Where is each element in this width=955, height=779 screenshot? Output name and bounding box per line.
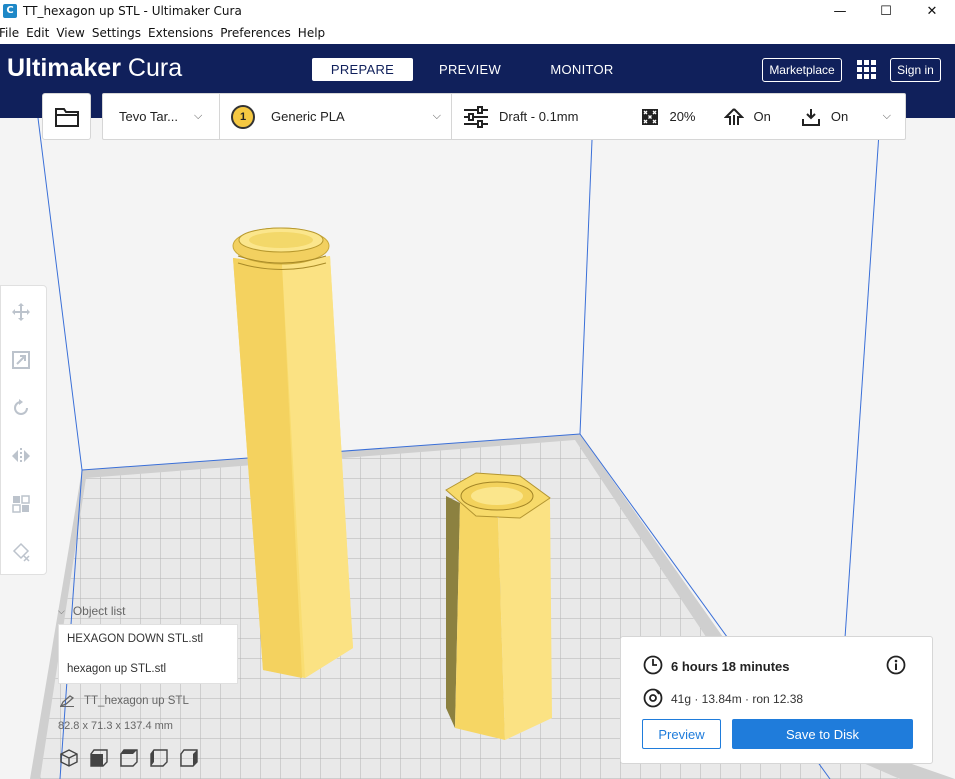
support-icon	[723, 107, 744, 125]
support-value: On	[753, 109, 771, 124]
left-view-icon[interactable]	[148, 748, 170, 768]
chevron-down-icon: ⌵	[882, 110, 891, 122]
printer-name: Tevo Tar...	[119, 109, 179, 124]
chevron-down-icon: ⌵	[194, 110, 203, 122]
print-setup-bar: Tevo Tar... ⌵ 1 Generic PLA ⌵ Draft - 0.…	[102, 93, 906, 140]
3d-view-icon[interactable]	[58, 748, 80, 768]
pencil-icon[interactable]	[60, 695, 74, 707]
chevron-down-icon: ⌵	[432, 110, 441, 122]
printer-selector[interactable]: Tevo Tar... ⌵	[119, 94, 219, 139]
spool-icon	[643, 688, 663, 708]
stage-tab-preview[interactable]: PREVIEW	[430, 58, 510, 81]
preview-button[interactable]: Preview	[642, 719, 721, 749]
model-hexagon-short[interactable]	[445, 472, 552, 740]
infill-icon	[642, 108, 659, 125]
close-button[interactable]: ✕	[909, 0, 955, 22]
print-action-panel: 6 hours 18 minutes 41g · 13.84m · ron 12…	[620, 636, 933, 764]
top-view-icon[interactable]	[118, 748, 140, 768]
marketplace-button[interactable]: Marketplace	[762, 58, 842, 82]
stage-tab-prepare[interactable]: PREPARE	[312, 58, 413, 81]
cura-logo: Ultimaker Cura	[7, 54, 182, 83]
estimated-print-time: 6 hours 18 minutes	[671, 659, 790, 674]
scale-tool-icon[interactable]	[9, 348, 33, 372]
menu-help[interactable]: Help	[295, 26, 328, 40]
adhesion-icon	[801, 108, 820, 126]
sliders-icon	[464, 105, 488, 128]
clock-icon	[643, 655, 663, 675]
extruder-badge: 1	[231, 104, 255, 129]
cura-app-icon: C	[3, 4, 17, 18]
save-to-disk-button[interactable]: Save to Disk	[732, 719, 913, 749]
menu-bar: File Edit View Settings Extensions Prefe…	[0, 22, 955, 44]
menu-settings[interactable]: Settings	[89, 26, 144, 40]
profile-name: Draft - 0.1mm	[499, 109, 579, 124]
material-estimate: 41g · 13.84m · ron 12.38	[671, 692, 804, 706]
menu-preferences[interactable]: Preferences	[217, 26, 294, 40]
chevron-down-icon: ⌵	[58, 605, 65, 616]
material-selector[interactable]: 1 Generic PLA ⌵	[231, 94, 441, 139]
menu-edit[interactable]: Edit	[23, 26, 52, 40]
sign-in-button[interactable]: Sign in	[890, 58, 941, 82]
right-view-icon[interactable]	[178, 748, 200, 768]
per-model-settings-icon[interactable]	[9, 492, 33, 516]
adhesion-value: On	[830, 109, 849, 124]
window-title: TT_hexagon up STL - Ultimaker Cura	[23, 4, 242, 18]
open-file-button[interactable]	[42, 93, 91, 140]
infill-value: 20%	[669, 109, 696, 124]
move-tool-icon[interactable]	[9, 300, 33, 324]
object-name-text: TT_hexagon up STL	[84, 695, 189, 707]
info-icon[interactable]	[886, 655, 906, 675]
stage-tab-monitor[interactable]: MONITOR	[540, 58, 624, 81]
object-dimensions: 82.8 x 71.3 x 137.4 mm	[58, 720, 173, 732]
object-list-toggle[interactable]: ⌵ Object list	[58, 604, 126, 618]
object-list-label: Object list	[72, 604, 126, 618]
folder-icon	[54, 107, 79, 127]
list-item[interactable]: HEXAGON DOWN STL.stl	[67, 633, 203, 645]
camera-view-buttons	[58, 748, 200, 768]
window-titlebar: C TT_hexagon up STL - Ultimaker Cura — ☐…	[0, 0, 955, 22]
logo-brand: Ultimaker	[7, 54, 121, 82]
menu-view[interactable]: View	[53, 26, 87, 40]
selected-object-name: TT_hexagon up STL	[60, 695, 189, 707]
tool-bar	[0, 285, 47, 575]
front-view-icon[interactable]	[88, 748, 110, 768]
list-item[interactable]: hexagon up STL.stl	[67, 663, 166, 675]
menu-file[interactable]: File	[0, 26, 22, 40]
support-blocker-icon[interactable]	[9, 540, 33, 564]
minimize-button[interactable]: —	[817, 0, 863, 22]
mirror-tool-icon[interactable]	[9, 444, 33, 468]
material-name: Generic PLA	[271, 109, 345, 124]
object-list: HEXAGON DOWN STL.stl hexagon up STL.stl	[58, 624, 238, 684]
menu-extensions[interactable]: Extensions	[145, 26, 216, 40]
print-settings-panel[interactable]: Draft - 0.1mm 20% On On ⌵	[463, 94, 903, 139]
apps-grid-icon[interactable]	[857, 60, 876, 79]
logo-product: Cura	[127, 54, 183, 82]
maximize-button[interactable]: ☐	[863, 0, 909, 22]
rotate-tool-icon[interactable]	[9, 396, 33, 420]
